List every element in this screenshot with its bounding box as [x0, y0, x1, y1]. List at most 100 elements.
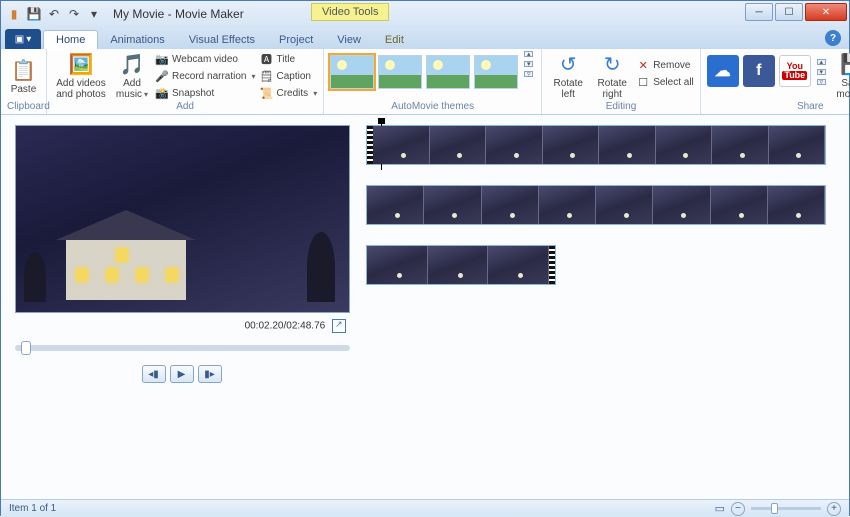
share-youtube-button[interactable]: YouTube	[779, 55, 811, 87]
snapshot-icon: 📸	[155, 86, 169, 100]
group-themes: ▴▾▿ AutoMovie themes	[324, 49, 542, 114]
time-current: 00:02.20	[245, 321, 284, 332]
share-skydrive-button[interactable]: ☁	[707, 55, 739, 87]
quick-access-toolbar: ▮ 💾 ↶ ↷ ▾	[5, 5, 103, 23]
next-frame-button[interactable]: ▮▸	[198, 365, 222, 383]
narration-button[interactable]: 🎤Record narration▾	[155, 68, 256, 84]
timeline-pane[interactable]	[356, 115, 849, 499]
paste-label: Paste	[11, 84, 37, 95]
clip-row-1[interactable]	[366, 125, 826, 165]
theme-thumb-1[interactable]	[330, 55, 374, 89]
ribbon-tabstrip: ▣▾ Home Animations Visual Effects Projec…	[1, 27, 849, 49]
group-label-themes: AutoMovie themes	[330, 101, 535, 114]
time-total: 02:48.76	[286, 321, 325, 332]
scrub-thumb[interactable]	[21, 341, 31, 355]
zoom-in-button[interactable]: +	[827, 502, 841, 516]
file-tab[interactable]: ▣▾	[5, 29, 41, 49]
add-music-label: Add music▾	[116, 78, 148, 100]
photo-icon: 🖼️	[67, 52, 95, 78]
add-videos-button[interactable]: 🖼️ Add videos and photos	[53, 51, 109, 101]
status-bar: Item 1 of 1 ▭ − +	[1, 499, 849, 517]
theme-thumb-3[interactable]	[426, 55, 470, 89]
caption-button[interactable]: 🗒Caption	[260, 68, 318, 84]
rotate-right-button[interactable]: ↻ Rotate right	[592, 51, 632, 101]
tab-animations[interactable]: Animations	[98, 31, 176, 49]
maximize-button[interactable]: ☐	[775, 3, 803, 21]
add-music-button[interactable]: 🎵 Add music▾	[113, 51, 151, 101]
rotate-left-icon: ↺	[554, 52, 582, 78]
remove-button[interactable]: ✕Remove	[636, 57, 694, 73]
save-movie-button[interactable]: 💾 Save movie▾	[832, 51, 850, 101]
zoom-controls: ▭ − +	[715, 502, 841, 516]
qa-customize-icon[interactable]: ▾	[85, 5, 103, 23]
theme-thumb-2[interactable]	[378, 55, 422, 89]
group-label-editing: Editing	[548, 101, 694, 114]
rotate-left-label: Rotate left	[553, 78, 582, 100]
rotate-right-icon: ↻	[598, 52, 626, 78]
clip-row-2[interactable]	[366, 185, 826, 225]
help-icon[interactable]: ?	[825, 30, 841, 46]
content-area: 00:02.20/02:48.76 ◂▮ ▶ ▮▸	[1, 115, 849, 499]
save-movie-icon: 💾	[839, 52, 850, 78]
add-column-1: 📷Webcam video 🎤Record narration▾ 📸Snapsh…	[155, 51, 256, 101]
zoom-slider[interactable]	[751, 507, 821, 510]
zoom-out-button[interactable]: −	[731, 502, 745, 516]
transport-controls: ◂▮ ▶ ▮▸	[15, 365, 348, 383]
tab-view[interactable]: View	[325, 31, 373, 49]
snapshot-button[interactable]: 📸Snapshot	[155, 85, 256, 101]
share-gallery-expand[interactable]: ▴▾▿	[815, 59, 828, 85]
title-icon: 🅰	[260, 52, 274, 66]
zoom-thumb[interactable]	[771, 503, 778, 514]
select-all-button[interactable]: ☐Select all	[636, 74, 694, 90]
mic-icon: 🎤	[155, 69, 169, 83]
group-label-share: Share	[707, 101, 850, 114]
webcam-icon: 📷	[155, 52, 169, 66]
timecode-row: 00:02.20/02:48.76	[15, 313, 348, 339]
clip-row-3[interactable]	[366, 245, 556, 285]
ribbon: 📋 Paste Clipboard 🖼️ Add videos and phot…	[1, 49, 849, 115]
prev-frame-button[interactable]: ◂▮	[142, 365, 166, 383]
scrub-bar[interactable]	[15, 345, 350, 351]
minimize-button[interactable]: ─	[745, 3, 773, 21]
credits-button[interactable]: 📜Credits▾	[260, 85, 318, 101]
status-text: Item 1 of 1	[9, 503, 56, 514]
qa-save-icon[interactable]: 💾	[25, 5, 43, 23]
tab-project[interactable]: Project	[267, 31, 325, 49]
fullscreen-icon[interactable]	[332, 319, 346, 333]
themes-gallery-expand[interactable]: ▴▾▿	[522, 51, 535, 77]
share-facebook-button[interactable]: f	[743, 55, 775, 87]
rotate-right-label: Rotate right	[597, 78, 626, 100]
thumbnail-size-icon[interactable]: ▭	[715, 502, 725, 515]
title-button[interactable]: 🅰Title	[260, 51, 318, 67]
tab-visual-effects[interactable]: Visual Effects	[177, 31, 267, 49]
qa-undo-icon[interactable]: ↶	[45, 5, 63, 23]
contextual-tab-header: Video Tools	[311, 3, 389, 21]
credits-icon: 📜	[260, 86, 274, 100]
add-column-2: 🅰Title 🗒Caption 📜Credits▾	[260, 51, 318, 101]
group-clipboard: 📋 Paste Clipboard	[1, 49, 47, 114]
tab-edit[interactable]: Edit	[373, 31, 416, 49]
title-bar: ▮ 💾 ↶ ↷ ▾ My Movie - Movie Maker Video T…	[1, 1, 849, 27]
group-share: ☁ f YouTube ▴▾▿ 💾 Save movie▾ 👤 Sign in …	[701, 49, 850, 114]
window-title: My Movie - Movie Maker	[113, 7, 244, 21]
group-add: 🖼️ Add videos and photos 🎵 Add music▾ 📷W…	[47, 49, 324, 114]
caption-icon: 🗒	[260, 69, 274, 83]
video-preview[interactable]	[15, 125, 350, 313]
add-videos-label: Add videos and photos	[56, 78, 106, 100]
preview-pane: 00:02.20/02:48.76 ◂▮ ▶ ▮▸	[1, 115, 356, 499]
app-icon[interactable]: ▮	[5, 5, 23, 23]
editing-column: ✕Remove ☐Select all	[636, 57, 694, 90]
paste-button[interactable]: 📋 Paste	[7, 51, 40, 101]
qa-redo-icon[interactable]: ↷	[65, 5, 83, 23]
play-button[interactable]: ▶	[170, 365, 194, 383]
webcam-button[interactable]: 📷Webcam video	[155, 51, 256, 67]
music-icon: 🎵	[118, 52, 146, 78]
group-label-add: Add	[53, 101, 317, 114]
theme-thumb-4[interactable]	[474, 55, 518, 89]
tab-home[interactable]: Home	[43, 30, 98, 49]
rotate-left-button[interactable]: ↺ Rotate left	[548, 51, 588, 101]
group-label-clipboard: Clipboard	[7, 101, 40, 114]
remove-icon: ✕	[636, 58, 650, 72]
save-movie-label: Save movie▾	[836, 78, 850, 100]
close-button[interactable]: ✕	[805, 3, 847, 21]
